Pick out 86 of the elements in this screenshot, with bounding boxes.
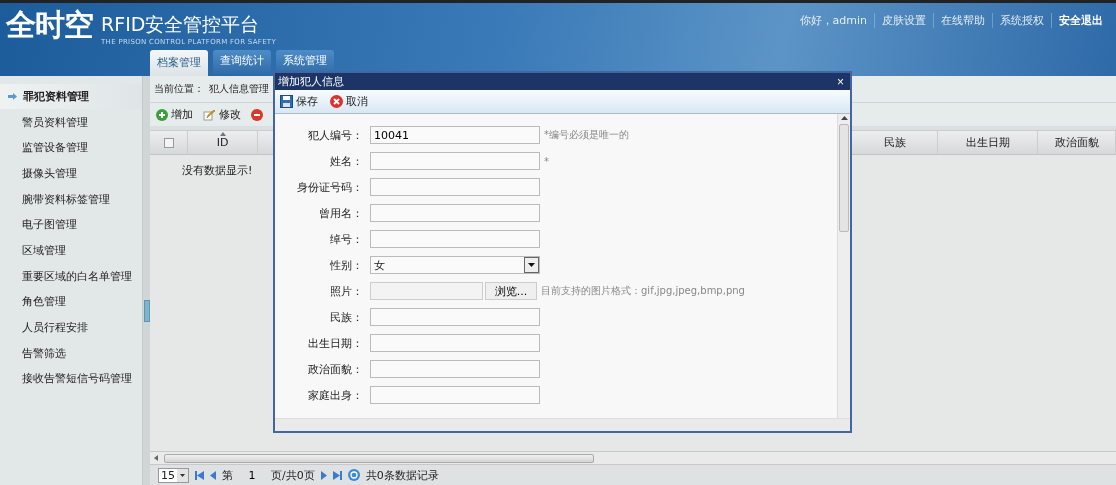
close-button[interactable]: × bbox=[837, 75, 844, 88]
input-field[interactable] bbox=[370, 334, 540, 352]
breadcrumb-label: 当前位置： bbox=[154, 82, 204, 96]
sidebar-item[interactable]: 腕带资料标签管理 bbox=[0, 186, 142, 212]
header-link[interactable]: 在线帮助 bbox=[933, 13, 992, 28]
field-label: 身份证号码： bbox=[296, 179, 364, 195]
arrow-icon bbox=[8, 92, 17, 100]
last-page-icon[interactable] bbox=[332, 470, 342, 480]
input-field[interactable] bbox=[370, 230, 540, 248]
sidebar-item[interactable]: 监管设备管理 bbox=[0, 135, 142, 161]
first-page-icon[interactable] bbox=[195, 470, 204, 480]
field-label: 照片： bbox=[329, 283, 364, 299]
nav-tab[interactable]: 系统管理 bbox=[276, 50, 334, 74]
sidebar-item[interactable]: 电子图管理 bbox=[0, 212, 142, 238]
page-total: 页/共0页 bbox=[271, 467, 315, 483]
cancel-button[interactable]: 取消 bbox=[330, 94, 368, 109]
column-header[interactable]: ID bbox=[216, 136, 229, 149]
input-field[interactable] bbox=[370, 152, 540, 170]
logo: 全时空 bbox=[6, 7, 93, 43]
record-count: 共0条数据记录 bbox=[365, 467, 439, 483]
page-size-select[interactable]: 15 bbox=[158, 467, 189, 483]
scrollbar-thumb[interactable] bbox=[164, 453, 594, 463]
minus-icon bbox=[251, 108, 263, 121]
sidebar-item[interactable]: 区域管理 bbox=[0, 238, 142, 263]
field-label: 绰号： bbox=[329, 231, 364, 247]
nav-tab[interactable]: 档案管理 bbox=[150, 50, 208, 76]
select-field[interactable]: 女 bbox=[370, 256, 540, 274]
field-label: 政治面貌： bbox=[307, 361, 364, 377]
close-icon bbox=[330, 95, 343, 108]
pencil-icon bbox=[203, 108, 216, 121]
field-label: 姓名： bbox=[329, 153, 364, 169]
scroll-up-icon[interactable] bbox=[840, 116, 848, 120]
sidebar-item[interactable]: 告警筛选 bbox=[0, 340, 142, 366]
input-field[interactable]: 10041 bbox=[370, 126, 540, 144]
collapse-handle[interactable] bbox=[143, 299, 150, 322]
refresh-icon[interactable] bbox=[347, 469, 360, 481]
page-input[interactable]: 1 bbox=[239, 467, 265, 483]
add-button[interactable]: 增加 bbox=[156, 107, 193, 122]
sidebar-item[interactable]: 角色管理 bbox=[0, 289, 142, 315]
sort-icon bbox=[219, 132, 226, 136]
next-page-icon[interactable] bbox=[320, 470, 327, 480]
save-icon bbox=[280, 95, 293, 108]
file-input-field[interactable] bbox=[370, 282, 483, 300]
field-label: 犯人编号： bbox=[307, 127, 364, 143]
add-icon bbox=[156, 108, 168, 121]
input-field[interactable] bbox=[370, 308, 540, 326]
dialog-title: 增加犯人信息 bbox=[278, 74, 344, 89]
save-button[interactable]: 保存 bbox=[280, 94, 318, 109]
header-link[interactable]: 皮肤设置 bbox=[874, 13, 933, 28]
sidebar-item[interactable]: 摄像头管理 bbox=[0, 161, 142, 186]
input-field[interactable] bbox=[370, 386, 540, 404]
empty-message: 没有数据显示! bbox=[182, 164, 253, 177]
field-label: 家庭出身： bbox=[307, 387, 364, 403]
column-header[interactable]: 民族 bbox=[883, 135, 906, 150]
breadcrumb-value: 犯人信息管理 bbox=[209, 82, 269, 96]
input-field[interactable] bbox=[370, 178, 540, 196]
scrollbar-thumb[interactable] bbox=[839, 124, 849, 232]
nav-tab[interactable]: 查询统计 bbox=[213, 50, 271, 74]
field-label: 出生日期： bbox=[307, 335, 364, 351]
field-label: 民族： bbox=[329, 309, 364, 325]
field-note: * bbox=[544, 155, 549, 167]
sidebar-item[interactable]: 重要区域的白名单管理 bbox=[0, 263, 142, 289]
prev-page-icon[interactable] bbox=[210, 470, 216, 480]
field-note: 目前支持的图片格式：gif,jpg,jpeg,bmp,png bbox=[541, 284, 745, 298]
input-field[interactable] bbox=[370, 360, 540, 378]
column-header[interactable]: 政治面貌 bbox=[1054, 135, 1099, 150]
header-link[interactable]: 系统授权 bbox=[992, 13, 1051, 28]
page-prefix: 第 bbox=[222, 467, 233, 483]
browse-button[interactable]: 浏览... bbox=[485, 282, 537, 300]
delete-button[interactable] bbox=[251, 108, 263, 121]
input-field[interactable] bbox=[370, 204, 540, 222]
dropdown-icon bbox=[177, 468, 188, 482]
app-title: RFID安全管控平台 bbox=[101, 12, 261, 37]
select-all-checkbox[interactable] bbox=[163, 137, 174, 148]
column-header[interactable]: 出生日期 bbox=[965, 135, 1010, 150]
field-note: *编号必须是唯一的 bbox=[544, 128, 629, 142]
sidebar-item[interactable]: 接收告警短信号码管理 bbox=[0, 366, 142, 392]
scroll-left-icon[interactable] bbox=[154, 455, 158, 461]
edit-button[interactable]: 修改 bbox=[203, 107, 241, 122]
field-label: 曾用名： bbox=[318, 205, 364, 221]
sidebar-item[interactable]: 警员资料管理 bbox=[0, 109, 142, 135]
field-label: 性别： bbox=[329, 257, 364, 273]
header-link[interactable]: 安全退出 bbox=[1051, 13, 1110, 28]
dropdown-icon bbox=[524, 257, 539, 273]
sidebar-item[interactable]: 人员行程安排 bbox=[0, 315, 142, 340]
horizontal-scrollbar[interactable] bbox=[275, 418, 850, 431]
